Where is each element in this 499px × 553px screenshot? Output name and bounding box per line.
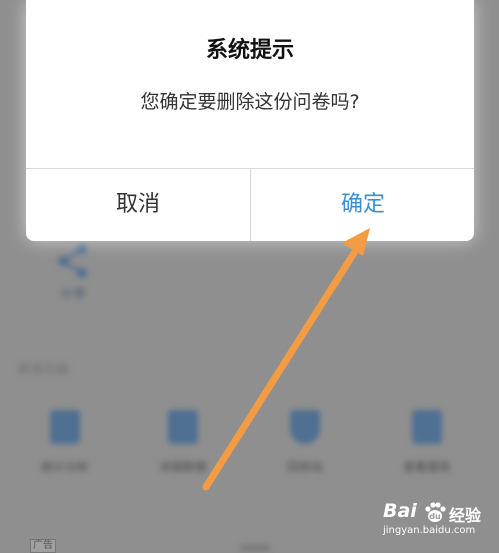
report-icon bbox=[412, 410, 442, 444]
shield-icon bbox=[290, 410, 320, 444]
feature-tile: 查看报告 bbox=[382, 400, 472, 490]
feature-tile: 详细数据 bbox=[138, 400, 228, 490]
confirm-button[interactable]: 确定 bbox=[251, 169, 475, 241]
share-action: 分享 bbox=[48, 243, 98, 313]
document-icon bbox=[168, 410, 198, 444]
feature-label: 回收站 bbox=[286, 460, 323, 474]
ad-badge: 广告 bbox=[30, 539, 56, 553]
feature-label: 查看报告 bbox=[402, 460, 451, 474]
cancel-button[interactable]: 取消 bbox=[26, 169, 250, 241]
bottom-handle bbox=[240, 546, 270, 550]
section-label: 其他功能 bbox=[18, 362, 71, 376]
brand-text: 经验 bbox=[449, 506, 482, 525]
feature-tile: 回收站 bbox=[260, 400, 350, 490]
svg-text:du: du bbox=[429, 512, 441, 521]
feature-row: 统计分析 详细数据 回收站 查看报告 bbox=[20, 400, 499, 490]
chart-icon bbox=[50, 410, 80, 444]
baidu-watermark: Bai du 经验 jingyan.baidu.com bbox=[383, 500, 493, 546]
paw-icon: du bbox=[425, 502, 446, 522]
share-label: 分享 bbox=[59, 287, 86, 302]
dialog-title: 系统提示 bbox=[205, 38, 294, 63]
watermark-url: jingyan.baidu.com bbox=[383, 525, 476, 536]
feature-label: 详细数据 bbox=[158, 460, 207, 474]
feature-tile: 统计分析 bbox=[20, 400, 110, 490]
baidu-logo-text: Bai bbox=[383, 500, 417, 522]
confirm-dialog: 系统提示 您确定要删除这份问卷吗? 取消 确定 bbox=[26, 0, 474, 241]
feature-label: 统计分析 bbox=[40, 460, 89, 474]
share-icon bbox=[58, 244, 87, 278]
dialog-message: 您确定要删除这份问卷吗? bbox=[140, 91, 360, 113]
